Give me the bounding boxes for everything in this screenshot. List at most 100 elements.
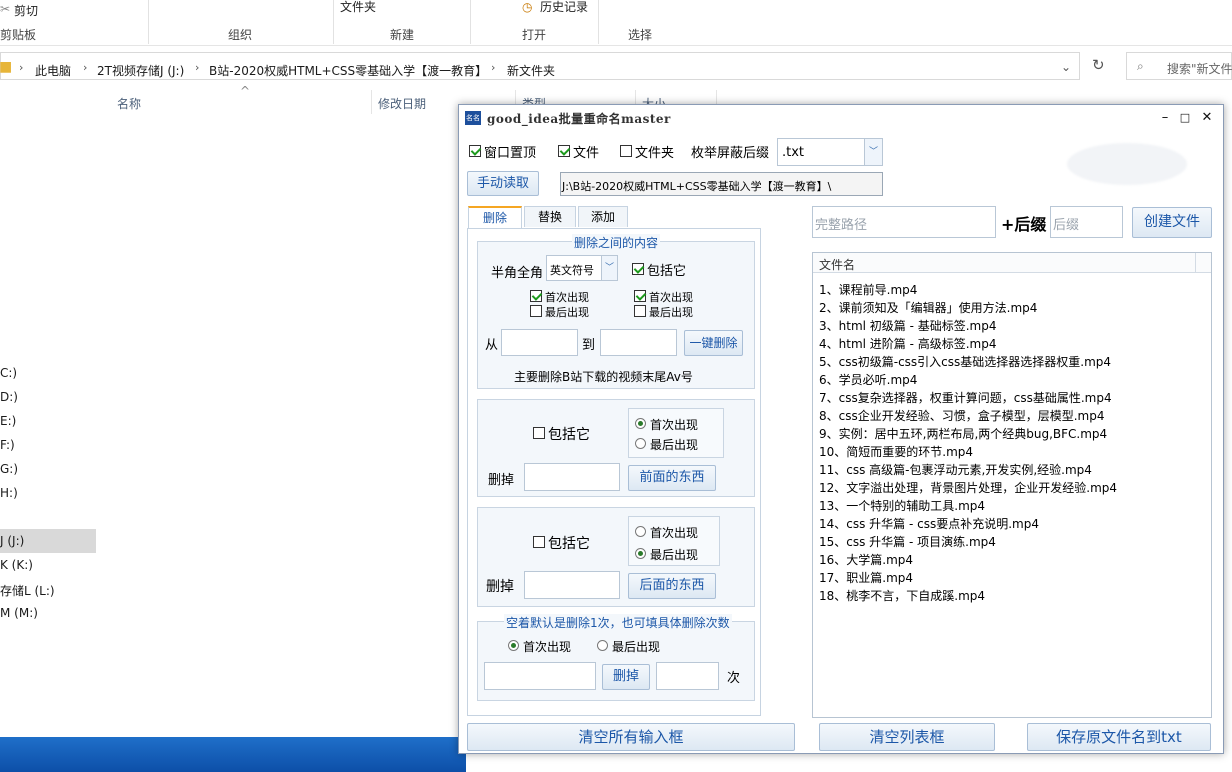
file-item[interactable]: 16、大学篇.mp4 — [819, 551, 913, 568]
folders-option[interactable]: 文件夹 — [620, 144, 674, 161]
file-item[interactable]: 10、简短而重要的环节.mp4 — [819, 443, 973, 460]
file-item[interactable]: 5、css初级篇-css引入css基础选择器选择器权重.mp4 — [819, 353, 1111, 370]
column-divider[interactable] — [1195, 253, 1196, 273]
nav-drive[interactable]: K (K:) — [0, 558, 33, 572]
after-last-option[interactable]: 最后出现 — [635, 547, 698, 562]
before-include-checkbox[interactable] — [533, 427, 545, 439]
before-input[interactable] — [524, 463, 620, 491]
left-last-checkbox[interactable] — [530, 305, 542, 317]
breadcrumb-new-folder[interactable]: 新文件夹 — [507, 62, 555, 79]
after-include-checkbox[interactable] — [533, 536, 545, 548]
count-first-radio[interactable] — [508, 640, 519, 651]
nav-drive[interactable]: 存储L (L:) — [0, 582, 55, 599]
breadcrumb-this-pc[interactable]: 此电脑 — [35, 62, 71, 79]
file-item[interactable]: 18、桃李不言，下自成蹊.mp4 — [819, 587, 985, 604]
count-first-option[interactable]: 首次出现 — [508, 639, 571, 654]
chevron-right-icon[interactable]: › — [195, 61, 199, 74]
mask-suffix-select[interactable]: .txt ﹀ — [777, 138, 883, 166]
chevron-down-icon[interactable]: ⌄ — [1061, 60, 1071, 74]
tab-replace[interactable]: 替换 — [524, 206, 576, 227]
scissors-icon[interactable]: ✂ — [0, 2, 10, 16]
topmost-checkbox[interactable] — [469, 145, 481, 157]
from-input[interactable] — [501, 329, 578, 356]
address-box[interactable]: ■ › 此电脑 › 2T视频存储J (J:) › B站-2020权威HTML+C… — [0, 52, 1080, 80]
before-last-option[interactable]: 最后出现 — [635, 437, 698, 452]
file-item[interactable]: 12、文字溢出处理，背景图片处理，企业开发经验.mp4 — [819, 479, 1117, 496]
to-input[interactable] — [600, 329, 677, 356]
files-checkbox[interactable] — [558, 145, 570, 157]
left-first-checkbox[interactable] — [530, 290, 542, 302]
file-item[interactable]: 11、css 高级篇-包裹浮动元素,开发实例,经验.mp4 — [819, 461, 1092, 478]
after-include-option[interactable]: 包括它 — [533, 535, 590, 552]
minimize-button[interactable]: – — [1155, 108, 1175, 128]
file-item[interactable]: 17、职业篇.mp4 — [819, 569, 913, 586]
file-item[interactable]: 7、css复杂选择器，权重计算问题，css基础属性.mp4 — [819, 389, 1112, 406]
file-item[interactable]: 6、学员必听.mp4 — [819, 371, 917, 388]
breadcrumb-drive[interactable]: 2T视频存储J (J:) — [97, 62, 184, 79]
nav-drive[interactable]: M (M:) — [0, 606, 38, 620]
count-text-input[interactable] — [484, 662, 596, 690]
save-names-button[interactable]: 保存原文件名到txt — [1027, 723, 1211, 751]
close-button[interactable]: ✕ — [1197, 108, 1217, 128]
folder-label[interactable]: 文件夹 — [340, 0, 376, 15]
chevron-right-icon[interactable]: › — [491, 61, 495, 74]
clear-list-button[interactable]: 清空列表框 — [819, 723, 995, 751]
file-item[interactable]: 13、一个特别的辅助工具.mp4 — [819, 497, 985, 514]
file-name-column[interactable]: 文件名 — [819, 256, 855, 273]
before-include-option[interactable]: 包括它 — [533, 426, 590, 443]
nav-drive[interactable]: F:) — [0, 438, 15, 452]
search-box[interactable]: ⌕ 搜索"新文件 — [1126, 52, 1232, 80]
delete-between-button[interactable]: 一键删除 — [684, 330, 743, 356]
column-date[interactable]: 修改日期 — [378, 95, 426, 112]
chevron-right-icon[interactable]: › — [83, 61, 87, 74]
count-last-radio[interactable] — [597, 640, 608, 651]
chevron-down-icon[interactable]: ﹀ — [601, 256, 617, 280]
left-last-option[interactable]: 最后出现 — [530, 304, 589, 319]
manual-read-button[interactable]: 手动读取 — [467, 171, 539, 196]
history-button[interactable]: 历史记录 — [540, 0, 588, 15]
after-first-radio[interactable] — [635, 526, 646, 537]
file-list[interactable]: 文件名 1、课程前导.mp4 2、课前须知及「编辑器」使用方法.mp4 3、ht… — [812, 252, 1212, 718]
nav-drive-selected[interactable]: J (J:) — [0, 534, 24, 548]
folders-checkbox[interactable] — [620, 145, 632, 157]
suffix-input[interactable]: 后缀 — [1050, 206, 1123, 238]
topmost-option[interactable]: 窗口置顶 — [469, 144, 536, 161]
count-times-input[interactable] — [656, 662, 719, 690]
refresh-icon[interactable]: ↻ — [1092, 56, 1105, 74]
file-item[interactable]: 8、css企业开发经验、习惯，盒子模型，层模型.mp4 — [819, 407, 1105, 424]
before-first-radio[interactable] — [635, 418, 646, 429]
clear-inputs-button[interactable]: 清空所有输入框 — [467, 723, 795, 751]
nav-drive[interactable]: E:) — [0, 414, 16, 428]
left-first-option[interactable]: 首次出现 — [530, 289, 589, 304]
nav-drive[interactable]: D:) — [0, 390, 18, 404]
after-first-option[interactable]: 首次出现 — [635, 525, 698, 540]
file-item[interactable]: 15、css 升华篇 - 项目演练.mp4 — [819, 533, 996, 550]
file-item[interactable]: 2、课前须知及「编辑器」使用方法.mp4 — [819, 299, 1037, 316]
width-mode-select[interactable]: 英文符号 ﹀ — [546, 255, 618, 281]
include-it-option[interactable]: 包括它 — [632, 262, 686, 279]
file-item[interactable]: 9、实例：居中五环,两栏布局,两个经典bug,BFC.mp4 — [819, 425, 1107, 442]
delete-before-button[interactable]: 前面的东西 — [628, 465, 716, 491]
right-last-checkbox[interactable] — [634, 305, 646, 317]
count-last-option[interactable]: 最后出现 — [597, 639, 660, 654]
maximize-button[interactable]: □ — [1175, 108, 1195, 128]
file-item[interactable]: 14、css 升华篇 - css要点补充说明.mp4 — [819, 515, 1039, 532]
file-item[interactable]: 4、html 进阶篇 - 高级标签.mp4 — [819, 335, 997, 352]
before-first-option[interactable]: 首次出现 — [635, 417, 698, 432]
chevron-right-icon[interactable]: › — [19, 61, 23, 74]
full-path-input[interactable]: 完整路径 — [812, 206, 996, 238]
nav-drive[interactable]: H:) — [0, 486, 18, 500]
files-option[interactable]: 文件 — [558, 144, 599, 161]
after-input[interactable] — [524, 571, 620, 599]
chevron-down-icon[interactable]: ﹀ — [864, 139, 882, 165]
tab-delete[interactable]: 删除 — [468, 206, 522, 228]
count-delete-button[interactable]: 删掉 — [602, 664, 650, 690]
column-name[interactable]: 名称 — [117, 95, 141, 112]
file-item[interactable]: 3、html 初级篇 - 基础标签.mp4 — [819, 317, 997, 334]
history-icon[interactable]: ◷ — [522, 0, 532, 14]
file-item[interactable]: 1、课程前导.mp4 — [819, 281, 917, 298]
right-first-option[interactable]: 首次出现 — [634, 289, 693, 304]
column-divider[interactable] — [371, 90, 372, 114]
title-bar[interactable]: 名名 good_idea批量重命名master – □ ✕ — [459, 105, 1223, 131]
before-last-radio[interactable] — [635, 438, 646, 449]
